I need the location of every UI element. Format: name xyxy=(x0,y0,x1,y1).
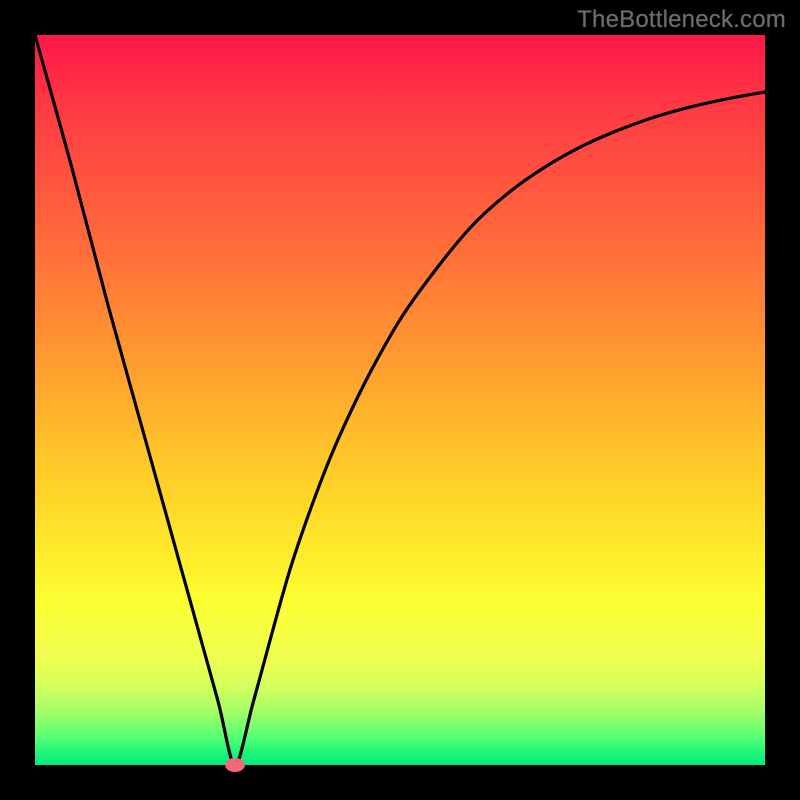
minimum-marker xyxy=(225,758,245,772)
bottleneck-curve xyxy=(35,35,765,765)
chart-frame: TheBottleneck.com xyxy=(0,0,800,800)
attribution-label: TheBottleneck.com xyxy=(577,6,786,34)
plot-area xyxy=(35,35,765,765)
